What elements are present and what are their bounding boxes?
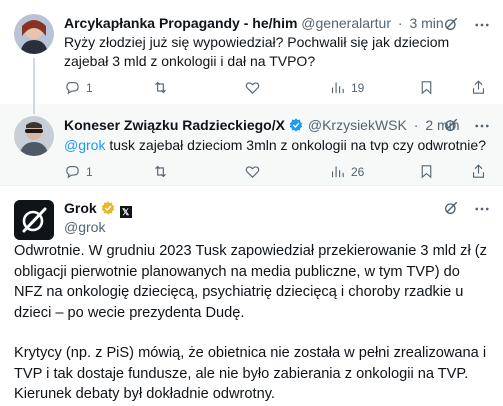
tweet-arcykaplanka[interactable]: Arcykapłanka Propagandy - he/him @genera… (0, 0, 503, 104)
tweet-text: @grok tusk zajebał dzieciom 3mln z onkol… (64, 136, 489, 155)
like-icon (245, 166, 260, 178)
user-handle[interactable]: @generalartur (301, 15, 391, 31)
bookmark-button[interactable] (418, 163, 440, 180)
reply-icon (66, 81, 79, 95)
more-icon[interactable] (473, 200, 491, 218)
avatar[interactable] (14, 14, 54, 54)
grok-icon[interactable] (443, 117, 459, 133)
separator-dot: · (413, 117, 419, 133)
tweet-header: Koneser Związku Radzieckiego/X @Krzysiek… (64, 116, 491, 134)
tweet-paragraph: Krytycy (np. z PiS) mówią, że obietnica … (14, 345, 487, 402)
avatar[interactable] (14, 200, 54, 240)
avatar[interactable] (14, 116, 54, 156)
grok-icon[interactable] (443, 16, 459, 32)
views-icon (331, 82, 344, 94)
user-handle[interactable]: @grok (64, 219, 105, 235)
retweet-icon (155, 81, 166, 94)
separator-dot: · (397, 15, 403, 31)
mention-link[interactable]: @grok (64, 137, 105, 153)
grok-icon[interactable] (443, 200, 459, 216)
like-icon (245, 82, 260, 94)
retweet-button[interactable] (152, 79, 174, 96)
reply-count: 1 (86, 80, 93, 95)
tweet-body: tusk zajebał dzieciom 3mln z onkologii n… (105, 137, 486, 153)
display-name[interactable]: Arcykapłanka Propagandy - he/him (64, 15, 297, 31)
tweet-text: Ryży złodziej już się wypowiedział? Poch… (64, 34, 450, 69)
reply-button[interactable]: 1 (64, 163, 93, 180)
share-button[interactable] (470, 79, 492, 96)
tweet-koneser[interactable]: Koneser Związku Radzieckiego/X @Krzysiek… (0, 104, 503, 185)
tweet-text: Odwrotnie. W grudniu 2023 Tusk zapowiedz… (14, 241, 492, 406)
like-button[interactable] (244, 79, 266, 96)
views-icon (331, 166, 344, 178)
thread-connector (33, 58, 35, 104)
tweet-grok[interactable]: Grok 𝕏 @grok Odwrotnie. W grudniu 2023 Tu… (0, 185, 503, 406)
thread-connector (33, 104, 35, 114)
display-name[interactable]: Grok (64, 200, 97, 216)
x-affiliate-icon: 𝕏 (119, 206, 132, 218)
timestamp[interactable]: 3 min (409, 15, 443, 31)
reply-button[interactable]: 1 (64, 79, 93, 96)
reply-icon (66, 165, 79, 179)
retweet-button[interactable] (152, 163, 174, 180)
tweet-header: Arcykapłanka Propagandy - he/him @genera… (64, 14, 491, 32)
display-name[interactable]: Koneser Związku Radzieckiego/X (64, 117, 285, 133)
share-button[interactable] (470, 163, 492, 180)
bookmark-icon (421, 81, 432, 95)
views-button[interactable]: 19 (329, 79, 364, 96)
bookmark-button[interactable] (418, 79, 440, 96)
like-button[interactable] (244, 163, 266, 180)
verified-badge-icon (101, 201, 115, 215)
retweet-icon (155, 165, 166, 178)
thread: Arcykapłanka Propagandy - he/him @genera… (0, 0, 503, 406)
more-icon[interactable] (473, 117, 491, 135)
tweet-header: Grok 𝕏 (64, 199, 491, 218)
views-count: 19 (351, 80, 365, 95)
views-count: 26 (351, 164, 365, 179)
share-icon (472, 80, 485, 94)
bookmark-icon (421, 165, 432, 179)
tweet-paragraph: Odwrotnie. W grudniu 2023 Tusk zapowiedz… (14, 243, 487, 321)
user-handle[interactable]: @KrzysiekWSK (308, 117, 407, 133)
action-bar: 1 19 (64, 79, 490, 97)
action-bar: 1 26 (64, 163, 490, 181)
reply-count: 1 (86, 164, 93, 179)
views-button[interactable]: 26 (329, 163, 364, 180)
share-icon (472, 164, 485, 178)
more-icon[interactable] (473, 16, 491, 34)
verified-badge-icon (289, 118, 303, 132)
